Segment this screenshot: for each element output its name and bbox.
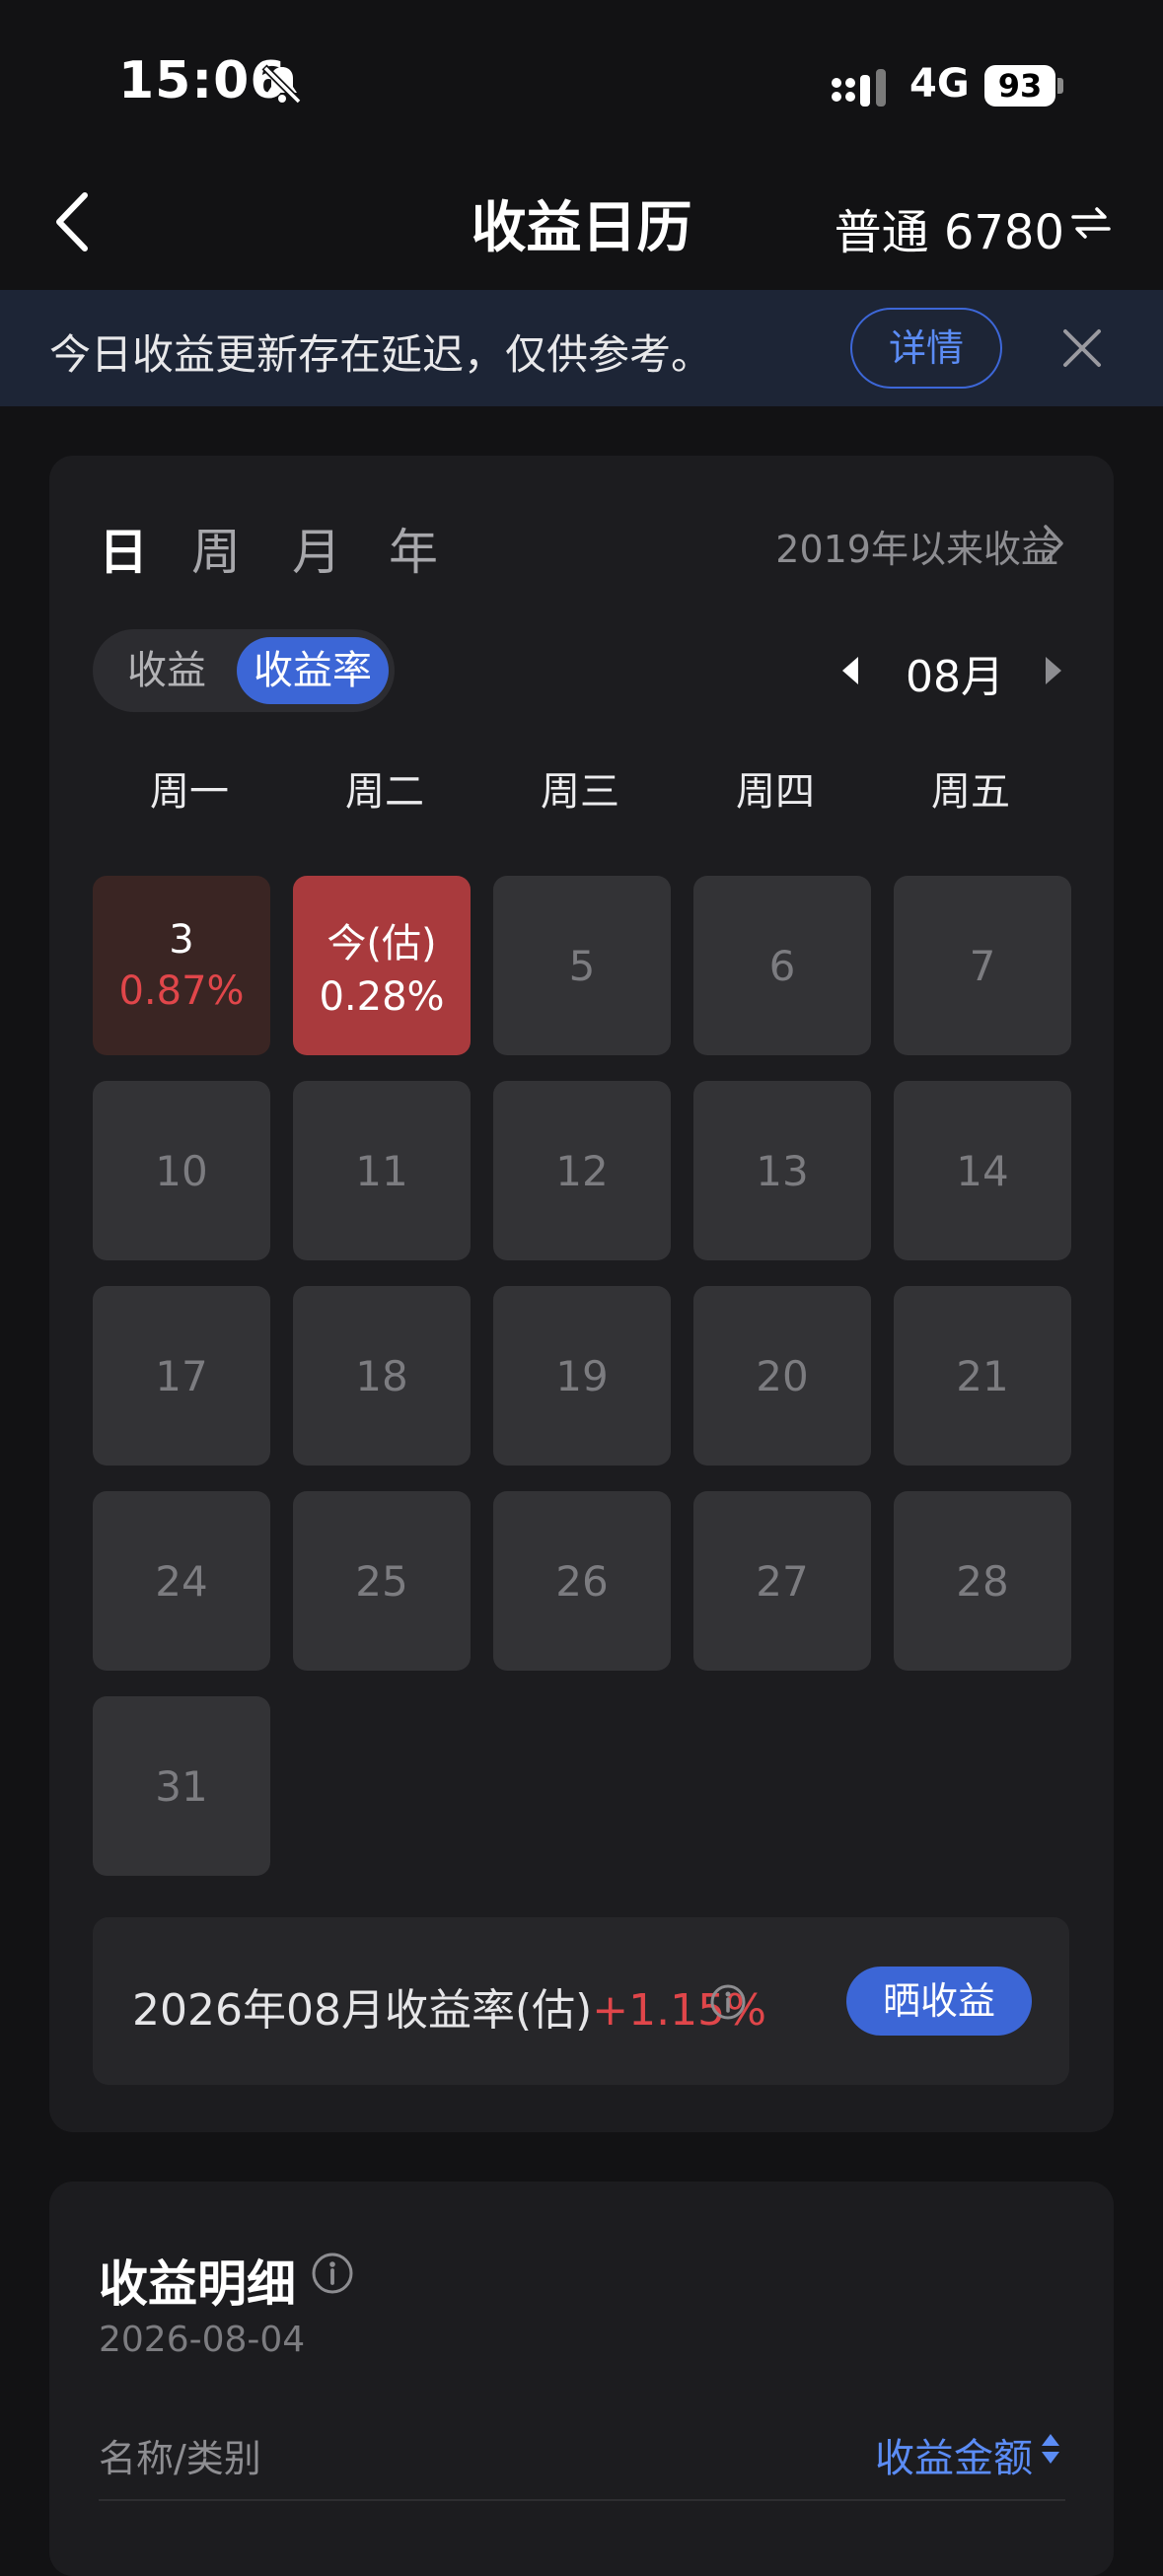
network-label: 4G [909, 61, 970, 107]
weekday-tue: 周二 [345, 769, 424, 815]
day-cell[interactable]: 12 [493, 1081, 671, 1260]
day-label: 18 [355, 1351, 408, 1400]
toggle-profit[interactable]: 收益 [103, 637, 231, 704]
day-rate: 0.28% [319, 974, 445, 1020]
tab-day[interactable]: 日 [99, 513, 148, 584]
day-label: 31 [155, 1761, 208, 1811]
tab-year[interactable]: 年 [389, 513, 438, 584]
monthly-summary-text: 2026年08月收益率(估)+1.15% [132, 1974, 766, 2038]
day-cell[interactable]: 31 [93, 1696, 270, 1876]
share-profit-button[interactable]: 晒收益 [846, 1967, 1032, 2036]
tab-month[interactable]: 月 [292, 513, 341, 584]
info-icon[interactable] [310, 2251, 355, 2296]
day-label: 10 [155, 1146, 208, 1195]
weekday-fri: 周五 [931, 769, 1010, 815]
weekday-mon: 周一 [150, 769, 229, 815]
signal-icon [832, 69, 886, 107]
day-cell-today[interactable]: 今(估) 0.28% [293, 876, 471, 1055]
prev-month-icon[interactable] [840, 655, 860, 686]
tab-week[interactable]: 周 [191, 513, 241, 584]
day-cell[interactable]: 3 0.87% [93, 876, 270, 1055]
weekday-wed: 周三 [541, 769, 619, 815]
chevron-right-icon [1044, 525, 1063, 562]
day-label: 25 [355, 1556, 408, 1606]
day-label: 26 [555, 1556, 609, 1606]
weekday-thu: 周四 [736, 769, 815, 815]
day-label: 6 [768, 941, 796, 990]
metric-toggle: 收益 收益率 [93, 629, 395, 712]
swap-arrows-icon[interactable] [1069, 203, 1113, 243]
day-cell[interactable]: 18 [293, 1286, 471, 1466]
monthly-summary-label: 2026年08月收益率(估) [132, 1985, 593, 2036]
account-switcher[interactable]: 普通 6780 [835, 193, 1064, 262]
profit-detail-card [49, 2182, 1114, 2576]
detail-date: 2026-08-04 [99, 2320, 306, 2360]
day-cell[interactable]: 26 [493, 1491, 671, 1671]
detail-title: 收益明细 [99, 2255, 296, 2313]
day-cell[interactable]: 5 [493, 876, 671, 1055]
column-header-amount-sort[interactable]: 收益金额 [875, 2426, 1033, 2483]
day-label: 19 [555, 1351, 609, 1400]
day-cell[interactable]: 14 [894, 1081, 1071, 1260]
close-icon[interactable] [1059, 325, 1105, 371]
next-month-icon[interactable] [1044, 655, 1063, 686]
day-label: 5 [568, 941, 596, 990]
toggle-profit-rate[interactable]: 收益率 [237, 637, 389, 704]
day-cell[interactable]: 7 [894, 876, 1071, 1055]
day-cell[interactable]: 11 [293, 1081, 471, 1260]
day-label: 13 [756, 1146, 809, 1195]
battery-icon: 93 [984, 65, 1063, 107]
day-label: 28 [956, 1556, 1009, 1606]
day-cell[interactable]: 17 [93, 1286, 270, 1466]
day-rate: 0.87% [118, 968, 245, 1014]
day-label: 24 [155, 1556, 208, 1606]
battery-level: 93 [984, 65, 1055, 107]
day-cell[interactable]: 27 [693, 1491, 871, 1671]
day-cell[interactable]: 10 [93, 1081, 270, 1260]
day-cell[interactable]: 25 [293, 1491, 471, 1671]
day-label: 11 [355, 1146, 408, 1195]
day-cell[interactable]: 13 [693, 1081, 871, 1260]
notice-detail-button[interactable]: 详情 [850, 308, 1002, 389]
day-cell[interactable]: 28 [894, 1491, 1071, 1671]
day-label: 7 [969, 941, 996, 990]
day-cell[interactable]: 19 [493, 1286, 671, 1466]
divider [99, 2499, 1065, 2501]
day-label: 17 [155, 1351, 208, 1400]
info-icon[interactable] [708, 1982, 748, 2022]
column-header-name: 名称/类别 [99, 2437, 261, 2480]
day-label: 20 [756, 1351, 809, 1400]
day-label: 12 [555, 1146, 609, 1195]
day-label: 27 [756, 1556, 809, 1606]
month-label: 08月 [906, 652, 1004, 702]
sort-icon[interactable] [1040, 2432, 1061, 2466]
day-label: 21 [956, 1351, 1009, 1400]
notice-text: 今日收益更新存在延迟，仅供参考。 [49, 330, 713, 379]
day-label: 今(估) [327, 921, 437, 966]
day-cell[interactable]: 24 [93, 1491, 270, 1671]
day-label: 3 [169, 917, 194, 963]
day-label: 14 [956, 1146, 1009, 1195]
day-cell[interactable]: 6 [693, 876, 871, 1055]
day-cell[interactable]: 20 [693, 1286, 871, 1466]
since-2019-link[interactable]: 2019年以来收益 [775, 519, 1058, 573]
day-cell[interactable]: 21 [894, 1286, 1071, 1466]
bell-muted-icon [261, 64, 303, 106]
